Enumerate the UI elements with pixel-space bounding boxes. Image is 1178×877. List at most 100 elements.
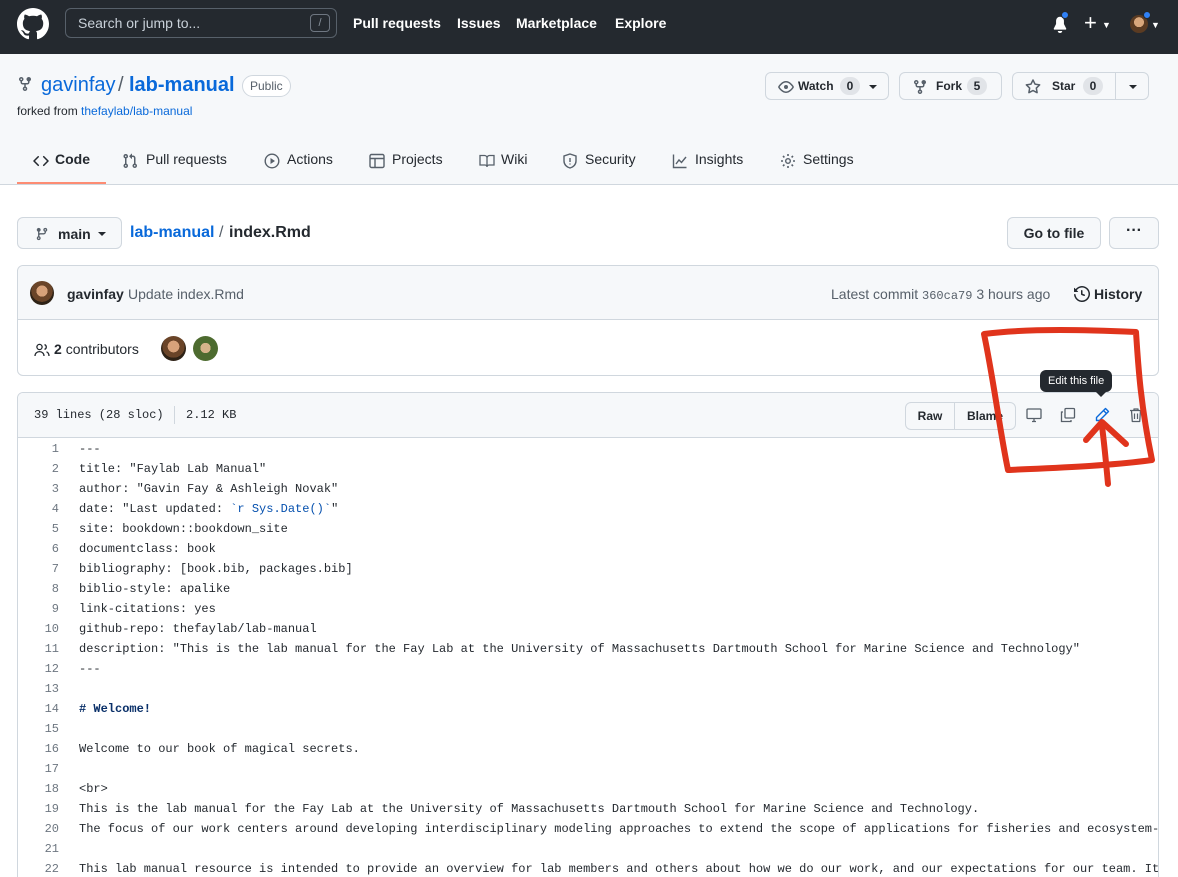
line-content: --- <box>79 662 101 676</box>
code-view: 1 --- 2 title: "Faylab Lab Manual" 3 author… <box>18 439 1158 877</box>
line-number[interactable]: 20 <box>18 822 59 836</box>
star-button[interactable]: Star 0 <box>1012 72 1149 100</box>
chevron-down-icon[interactable]: ▼ <box>1151 20 1160 30</box>
line-number[interactable]: 9 <box>18 602 59 616</box>
nav-marketplace[interactable]: Marketplace <box>516 15 597 31</box>
line-content: documentclass: book <box>79 542 216 556</box>
chevron-down-icon[interactable] <box>1129 85 1137 89</box>
avatar[interactable] <box>30 281 54 305</box>
line-number[interactable]: 14 <box>18 702 59 716</box>
breadcrumb-file-name: index.Rmd <box>229 224 311 241</box>
watch-count: 0 <box>840 77 860 95</box>
more-options-button[interactable]: ··· <box>1109 217 1159 249</box>
line-number[interactable]: 18 <box>18 782 59 796</box>
forked-from-prefix: forked from <box>17 104 78 118</box>
line-content: author: "Gavin Fay & Ashleigh Novak" <box>79 482 339 496</box>
line-number[interactable]: 4 <box>18 502 59 516</box>
code-line: 22 This lab manual resource is intended t… <box>18 859 1158 877</box>
line-number[interactable]: 12 <box>18 662 59 676</box>
line-number[interactable]: 11 <box>18 642 59 656</box>
line-number[interactable]: 22 <box>18 862 59 876</box>
line-number[interactable]: 8 <box>18 582 59 596</box>
line-number[interactable]: 10 <box>18 622 59 636</box>
tab-security[interactable]: Security <box>585 151 636 167</box>
commit-author-link[interactable]: gavinfay <box>67 286 124 302</box>
branch-select-button[interactable]: main <box>17 217 122 249</box>
commit-time: 3 hours ago <box>976 286 1051 302</box>
commit-message-link[interactable]: Update index.Rmd <box>128 286 244 302</box>
forked-from-link[interactable]: thefaylab/lab-manual <box>81 104 192 118</box>
breadcrumb-repo-link[interactable]: lab-manual <box>130 224 214 242</box>
line-number[interactable]: 1 <box>18 442 59 456</box>
star-count: 0 <box>1083 77 1103 95</box>
latest-commit-info: Latest commit 360ca79 3 hours ago <box>831 286 1050 303</box>
history-link[interactable]: History <box>1094 286 1142 302</box>
watch-button[interactable]: Watch 0 <box>765 72 889 100</box>
line-number[interactable]: 3 <box>18 482 59 496</box>
line-number[interactable]: 7 <box>18 562 59 576</box>
play-icon <box>264 153 280 169</box>
search-input[interactable]: Search or jump to... / <box>65 8 337 38</box>
line-number[interactable]: 15 <box>18 722 59 736</box>
chevron-down-icon <box>869 85 877 89</box>
avatar[interactable] <box>161 336 186 361</box>
repo-name-link[interactable]: lab-manual <box>129 74 235 97</box>
history-icon[interactable] <box>1074 286 1090 302</box>
github-logo-icon[interactable] <box>17 8 49 40</box>
contributors-link[interactable]: 2 contributors <box>54 341 139 357</box>
line-content: # Welcome! <box>79 702 152 716</box>
repo-owner-link[interactable]: gavinfay <box>41 74 116 97</box>
pencil-icon[interactable] <box>1094 407 1110 423</box>
forked-from-note: forked from thefaylab/lab-manual <box>17 104 192 118</box>
nav-explore[interactable]: Explore <box>615 15 666 31</box>
tab-projects[interactable]: Projects <box>392 151 443 167</box>
avatar[interactable] <box>193 336 218 361</box>
tab-insights[interactable]: Insights <box>695 151 743 167</box>
global-header: Search or jump to... / Pull requests Iss… <box>0 0 1178 54</box>
chevron-down-icon[interactable]: ▼ <box>1102 20 1111 30</box>
file-line-count: 39 lines (28 sloc) <box>34 408 164 422</box>
tab-code[interactable]: Code <box>55 151 90 167</box>
line-number[interactable]: 2 <box>18 462 59 476</box>
search-shortcut-key: / <box>310 14 330 32</box>
code-line: 6 documentclass: book <box>18 539 1158 559</box>
line-number[interactable]: 21 <box>18 842 59 856</box>
desktop-icon[interactable] <box>1026 407 1042 423</box>
nav-issues[interactable]: Issues <box>457 15 501 31</box>
line-number[interactable]: 17 <box>18 762 59 776</box>
fork-button[interactable]: Fork 5 <box>899 72 1002 100</box>
line-number[interactable]: 16 <box>18 742 59 756</box>
line-number[interactable]: 19 <box>18 802 59 816</box>
notification-dot <box>1061 11 1069 19</box>
line-content: Welcome to our book of magical secrets. <box>79 742 360 756</box>
tab-settings[interactable]: Settings <box>803 151 854 167</box>
go-to-file-button[interactable]: Go to file <box>1007 217 1101 249</box>
line-number[interactable]: 5 <box>18 522 59 536</box>
line-content: github-repo: thefaylab/lab-manual <box>79 622 317 636</box>
copy-icon[interactable] <box>1060 407 1076 423</box>
tab-selected-indicator <box>17 182 106 184</box>
tab-actions[interactable]: Actions <box>287 151 333 167</box>
line-number[interactable]: 13 <box>18 682 59 696</box>
code-line: 1 --- <box>18 439 1158 459</box>
latest-commit-box: gavinfay Update index.Rmd Latest commit … <box>17 265 1159 376</box>
raw-button[interactable]: Raw <box>905 402 955 430</box>
breadcrumb-separator: / <box>219 224 224 241</box>
line-content: This is the lab manual for the Fay Lab a… <box>79 802 980 816</box>
tab-wiki[interactable]: Wiki <box>501 151 527 167</box>
nav-pull-requests[interactable]: Pull requests <box>353 15 441 31</box>
star-label: Star <box>1052 79 1076 93</box>
code-line: 20 The focus of our work centers around d… <box>18 819 1158 839</box>
trash-icon[interactable] <box>1128 407 1144 423</box>
graph-icon <box>672 154 687 169</box>
commit-sha-link[interactable]: 360ca79 <box>922 289 972 303</box>
fork-count: 5 <box>967 77 987 95</box>
line-content: --- <box>79 442 101 456</box>
create-new-plus-icon[interactable]: + <box>1084 10 1097 36</box>
code-line: 18 <br> <box>18 779 1158 799</box>
line-number[interactable]: 6 <box>18 542 59 556</box>
tab-pull-requests[interactable]: Pull requests <box>146 151 227 167</box>
blame-button[interactable]: Blame <box>954 402 1016 430</box>
code-line: 12 --- <box>18 659 1158 679</box>
gear-icon <box>781 154 795 168</box>
